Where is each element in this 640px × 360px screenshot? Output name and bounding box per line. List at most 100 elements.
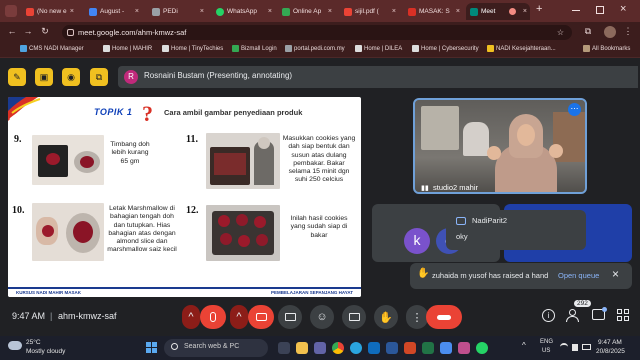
share-screen-button[interactable]: ⧉ — [90, 68, 108, 86]
maximize-window-icon[interactable] — [596, 6, 604, 14]
language-indicator[interactable]: ENG — [540, 339, 553, 345]
clock-time[interactable]: 9:47 AM — [598, 339, 622, 346]
bookmark-item[interactable]: NADI Kesejahteraan... — [487, 45, 556, 52]
clock-date[interactable]: 20/8/2025 — [596, 348, 625, 355]
wifi-icon[interactable] — [560, 343, 568, 351]
new-tab-button[interactable]: + — [536, 3, 542, 15]
word-icon[interactable] — [386, 342, 398, 354]
dough-ball — [46, 153, 60, 165]
bookmark-item[interactable]: Bizmall Login — [232, 45, 277, 52]
windows-taskbar: 25°C Mostly cloudy Search web & PC ^ ENG… — [0, 336, 640, 360]
folder-icon — [583, 45, 590, 52]
online-app-icon — [282, 7, 290, 16]
browser-tab-online-ap[interactable]: Online Ap × — [278, 3, 336, 20]
tile-more-button[interactable]: ⋯ — [568, 103, 581, 116]
reload-icon[interactable]: ↻ — [39, 26, 51, 37]
raise-hand-button[interactable]: ✋ — [374, 305, 398, 329]
close-icon[interactable]: × — [200, 8, 204, 15]
region-indicator[interactable]: US — [542, 348, 550, 354]
powerpoint-icon[interactable] — [404, 342, 416, 354]
bookmark-item[interactable]: Home | Cybersecurity — [412, 45, 479, 52]
mic-options-button[interactable]: ^ — [182, 305, 200, 329]
present-button[interactable] — [278, 305, 302, 329]
chat-sender: NadiParit2 — [472, 216, 508, 225]
star-icon[interactable]: ☆ — [557, 25, 564, 40]
browser-tab-sijil[interactable]: sijil.pdf ( × — [340, 3, 400, 20]
browser-tab-meet[interactable]: Meet × — [466, 3, 530, 20]
close-icon[interactable]: × — [328, 8, 332, 15]
emoji-button[interactable]: ☺ — [310, 305, 334, 329]
minimize-window-icon[interactable] — [572, 10, 580, 11]
close-icon[interactable]: × — [135, 8, 139, 15]
excel-icon[interactable] — [422, 342, 434, 354]
profile-avatar[interactable] — [604, 26, 616, 38]
store-icon[interactable] — [440, 342, 452, 354]
people-icon[interactable] — [566, 309, 580, 322]
site-info-icon[interactable] — [67, 29, 74, 36]
extensions-icon[interactable]: ⧉ — [582, 26, 594, 37]
bookmark-item[interactable]: Home | MAHIR — [103, 45, 152, 52]
meeting-divider: | — [50, 311, 53, 321]
whatsapp-icon[interactable] — [476, 342, 488, 354]
mic-off-button[interactable] — [200, 305, 226, 329]
browser-tab-masak[interactable]: MASAK: S × — [404, 3, 464, 20]
close-window-icon[interactable]: × — [620, 3, 626, 15]
forward-arrow-icon[interactable]: → — [22, 26, 34, 36]
teams-icon[interactable] — [314, 342, 326, 354]
back-arrow-icon[interactable]: ← — [6, 26, 18, 36]
chat-unread-dot — [602, 307, 607, 312]
tab-label: (No new e — [37, 8, 67, 15]
more-options-button[interactable]: ⋮ — [406, 305, 428, 329]
camera-options-button[interactable]: ^ — [230, 305, 248, 329]
captions-button[interactable] — [342, 305, 366, 329]
pen-tool-button[interactable]: ✎ — [8, 68, 26, 86]
show-hidden-icons[interactable]: ^ — [522, 341, 526, 350]
address-bar[interactable]: meet.google.com/ahm-kmwz-saf ☆ — [62, 25, 572, 40]
step-number: 9. — [14, 134, 22, 145]
open-queue-link[interactable]: Open queue — [558, 271, 599, 280]
step-text: Letak Marshmallow di bahagian tengah doh… — [107, 205, 177, 254]
all-bookmarks-button[interactable]: All Bookmarks — [583, 45, 630, 52]
footer-left: KURSUS NADI MAHIR MASAK — [16, 290, 81, 295]
outlook-icon[interactable] — [368, 342, 380, 354]
tab-search-icon[interactable] — [5, 5, 17, 17]
avatar-k: k — [404, 228, 430, 254]
close-icon[interactable]: × — [456, 8, 460, 15]
activities-icon — [617, 316, 622, 321]
weather-description[interactable]: Mostly cloudy — [26, 348, 65, 355]
close-icon[interactable]: × — [70, 8, 74, 15]
close-icon[interactable]: × — [268, 8, 272, 15]
speaker-icon[interactable] — [572, 344, 578, 351]
shapes-tool-button[interactable]: ▣ — [35, 68, 53, 86]
search-icon — [171, 343, 178, 350]
file-explorer-icon[interactable] — [296, 342, 308, 354]
close-icon[interactable]: × — [612, 267, 619, 281]
more-menu-icon[interactable]: ⋮ — [622, 26, 634, 37]
bookmark-item[interactable]: Home | TinyTechies — [162, 45, 223, 52]
meeting-details-button[interactable]: i — [542, 309, 555, 322]
weather-temperature[interactable]: 25°C — [26, 339, 41, 346]
bookmark-item[interactable]: portal.pedi.com.my — [285, 45, 345, 52]
camera-off-button[interactable] — [248, 305, 274, 329]
edge-icon[interactable] — [350, 342, 362, 354]
chat-notification[interactable]: NadiParit2 oky — [446, 210, 586, 250]
activities-button[interactable] — [617, 309, 630, 322]
taskbar-search-box[interactable]: Search web & PC — [164, 339, 268, 357]
close-icon[interactable]: × — [392, 8, 396, 15]
chrome-icon[interactable] — [332, 342, 344, 354]
bookmark-item[interactable]: CMS NADI Manager — [20, 45, 84, 52]
browser-tab-gmail[interactable]: (No new e × — [22, 3, 78, 20]
browser-tab-whatsapp[interactable]: WhatsApp × — [212, 3, 276, 20]
participant-tile-studio2[interactable]: ⋯ ▮▮ studio2 mahir — [413, 98, 587, 194]
task-view-icon[interactable] — [278, 342, 290, 354]
browser-tab-pedi[interactable]: PEDi × — [148, 3, 208, 20]
leave-call-button[interactable] — [426, 305, 462, 329]
captions-icon — [348, 313, 360, 321]
record-button[interactable]: ◉ — [62, 68, 80, 86]
bookmark-item[interactable]: Home | DILEA — [355, 45, 402, 52]
start-button[interactable] — [146, 342, 158, 354]
battery-icon[interactable] — [582, 344, 591, 350]
browser-tab-august[interactable]: August - × — [85, 3, 143, 20]
snipping-tool-icon[interactable] — [458, 342, 470, 354]
close-icon[interactable]: × — [523, 8, 527, 15]
